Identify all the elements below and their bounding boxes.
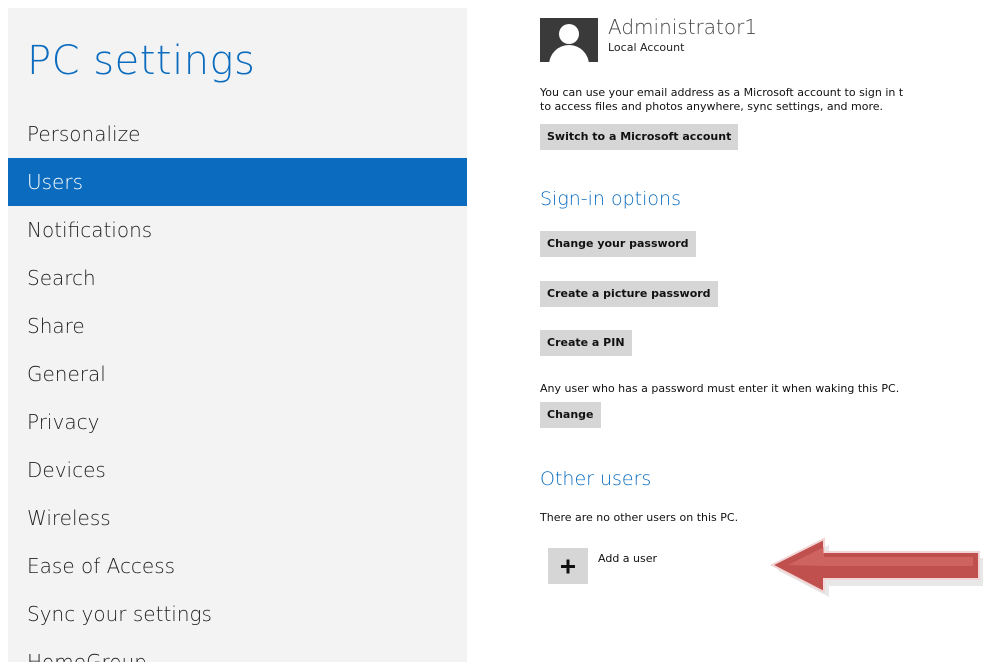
nav-item-general[interactable]: General <box>8 350 467 398</box>
nav-item-wireless[interactable]: Wireless <box>8 494 467 542</box>
switch-to-microsoft-account-button[interactable]: Switch to a Microsoft account <box>540 124 739 150</box>
account-description-line-2: to access files and photos anywhere, syn… <box>540 100 884 113</box>
other-users-heading: Other users <box>540 468 652 490</box>
account-description-line-1: You can use your email address as a Micr… <box>540 86 904 99</box>
annotation-arrow-icon <box>769 537 983 597</box>
nav-item-privacy[interactable]: Privacy <box>8 398 467 446</box>
account-type: Local Account <box>608 41 685 54</box>
nav-item-share[interactable]: Share <box>8 302 467 350</box>
create-pin-button[interactable]: Create a PIN <box>540 330 632 356</box>
settings-nav-pane: PC settings Personalize Users Notificati… <box>8 8 467 662</box>
account-description: You can use your email address as a Micr… <box>540 86 983 114</box>
page-title: PC settings <box>27 38 256 84</box>
account-name: Administrator1 <box>608 15 758 39</box>
pc-settings-window: PC settings Personalize Users Notificati… <box>0 0 983 662</box>
avatar-body-shape <box>549 45 589 62</box>
change-password-button[interactable]: Change your password <box>540 231 696 257</box>
nav-item-devices[interactable]: Devices <box>8 446 467 494</box>
nav-item-homegroup[interactable]: HomeGroup <box>8 638 467 662</box>
nav-item-search[interactable]: Search <box>8 254 467 302</box>
nav-item-sync-your-settings[interactable]: Sync your settings <box>8 590 467 638</box>
change-wake-setting-button[interactable]: Change <box>540 402 601 428</box>
nav-item-notifications[interactable]: Notifications <box>8 206 467 254</box>
add-user-button[interactable] <box>548 548 588 584</box>
nav-item-personalize[interactable]: Personalize <box>8 110 467 158</box>
settings-nav-list: Personalize Users Notifications Search S… <box>8 110 467 662</box>
sign-in-options-heading: Sign-in options <box>540 188 681 210</box>
nav-item-users[interactable]: Users <box>8 158 467 206</box>
plus-icon <box>561 559 575 574</box>
create-picture-password-button[interactable]: Create a picture password <box>540 281 718 307</box>
wake-password-text: Any user who has a password must enter i… <box>540 382 900 395</box>
no-other-users-text: There are no other users on this PC. <box>540 511 739 524</box>
add-user-label[interactable]: Add a user <box>598 552 657 565</box>
nav-item-ease-of-access[interactable]: Ease of Access <box>8 542 467 590</box>
avatar-head-shape <box>559 24 579 44</box>
user-avatar-icon <box>540 18 598 62</box>
